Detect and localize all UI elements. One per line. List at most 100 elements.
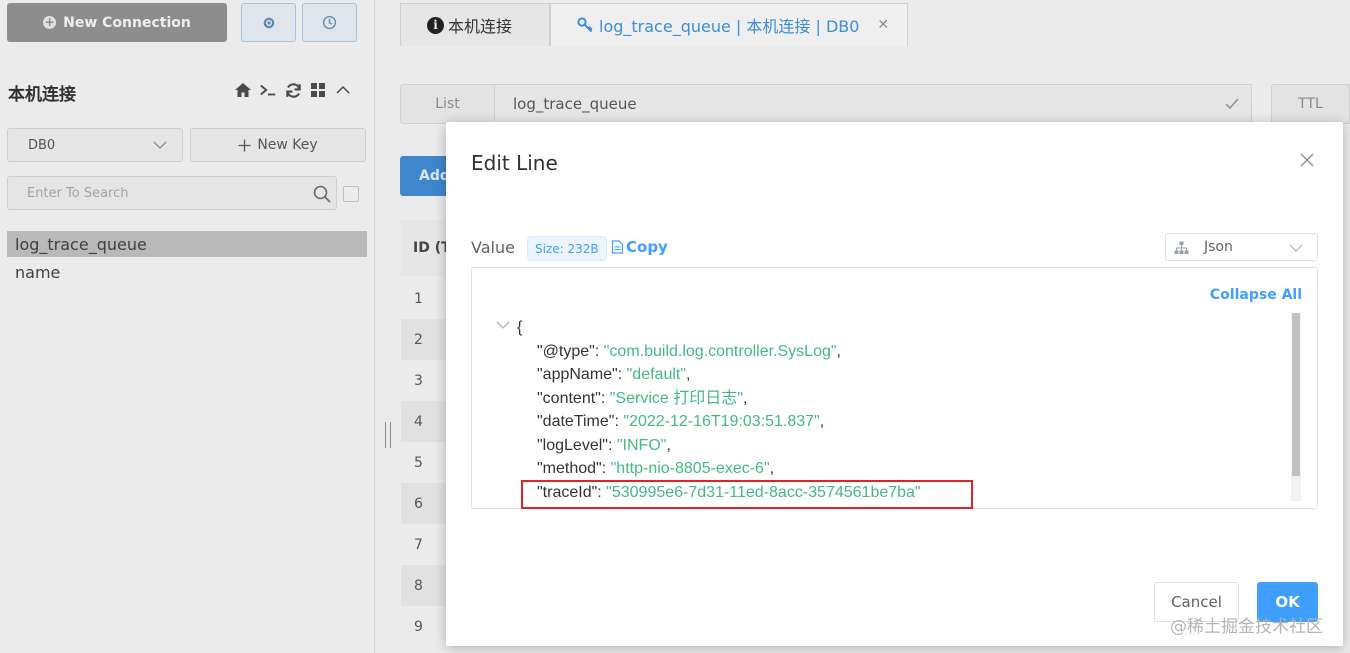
key-search-input[interactable]: Enter To Search [7, 176, 337, 210]
json-value: "default" [626, 366, 687, 383]
json-field-line: "appName": "default", [537, 363, 690, 387]
json-colon: : [617, 366, 627, 383]
json-separator: , [686, 366, 691, 383]
plus-icon [238, 139, 251, 151]
key-name-input[interactable]: log_trace_queue [494, 84, 1252, 124]
close-icon[interactable] [1299, 152, 1315, 168]
refresh-icon[interactable] [284, 80, 302, 100]
history-button[interactable] [302, 3, 357, 42]
copy-button[interactable]: Copy [611, 238, 668, 256]
json-field-line: "logLevel": "INFO", [537, 434, 671, 458]
tab-connection[interactable]: i 本机连接 [400, 3, 550, 46]
ttl-label: TTL [1271, 84, 1350, 124]
key-type-label: List [400, 84, 495, 124]
json-value: "com.build.log.controller.SysLog" [603, 342, 837, 360]
table-row[interactable]: 1 [401, 278, 451, 319]
add-line-button[interactable]: Add New Line [400, 156, 450, 196]
chevron-down-icon [153, 141, 167, 149]
chevron-up-icon[interactable] [334, 80, 352, 100]
chevron-down-icon [1289, 244, 1303, 252]
search-placeholder: Enter To Search [27, 185, 129, 201]
format-value: Json [1204, 239, 1233, 255]
json-key: "dateTime" [537, 413, 615, 430]
json-colon: : [600, 389, 610, 407]
json-separator: , [819, 413, 825, 430]
json-content[interactable]: { "@type": "com.build.log.controller.Sys… [472, 313, 1292, 508]
json-colon: : [607, 436, 617, 454]
json-colon: : [594, 342, 604, 360]
json-value: "Service 打印日志" [609, 389, 743, 407]
table-row[interactable]: 2 [401, 319, 451, 360]
tab-label: 本机连接 [448, 17, 513, 36]
search-icon[interactable] [312, 184, 332, 204]
json-value: "2022-12-16T19:03:51.837" [623, 413, 820, 430]
table-row[interactable]: 6 [401, 483, 451, 524]
edit-line-dialog: Edit Line Value Size: 232B Copy Json Col… [446, 122, 1343, 646]
info-icon: i [427, 16, 444, 34]
json-value: "http-nio-8805-exec-6" [610, 460, 770, 477]
json-colon: : [601, 460, 611, 477]
json-key: "logLevel" [537, 436, 608, 454]
new-connection-label: New Connection [63, 14, 191, 31]
json-separator: , [836, 342, 841, 360]
new-key-button[interactable]: New Key [190, 128, 366, 162]
terminal-icon[interactable] [259, 80, 277, 100]
exact-search-checkbox[interactable] [343, 186, 359, 202]
sidebar: + New Connection 本机连接 DB0 New Key Enter … [0, 0, 375, 653]
scrollbar-thumb[interactable] [1292, 313, 1300, 476]
document-icon [611, 240, 624, 254]
connection-name[interactable]: 本机连接 [8, 80, 76, 105]
new-key-label: New Key [257, 137, 318, 153]
format-select[interactable]: Json [1165, 233, 1318, 261]
tab-key[interactable]: log_trace_queue | 本机连接 | DB0 ✕ [550, 3, 908, 46]
vertical-scrollbar[interactable] [1291, 313, 1301, 501]
json-field-line: "method": "http-nio-8805-exec-6", [537, 457, 774, 481]
value-label: Value [471, 238, 515, 257]
json-separator: , [769, 460, 775, 477]
highlight-annotation [521, 480, 973, 509]
table-row[interactable]: 9 [401, 606, 451, 647]
json-field-line: "dateTime": "2022-12-16T19:03:51.837", [537, 410, 824, 434]
json-value: "INFO" [616, 436, 667, 454]
json-key: "appName" [537, 366, 618, 383]
close-icon[interactable]: ✕ [877, 17, 889, 33]
table-row[interactable]: 7 [401, 524, 451, 565]
json-separator: , [666, 436, 671, 454]
chevron-down-icon[interactable] [496, 320, 510, 330]
plus-circle-icon: + [43, 15, 57, 29]
key-item[interactable]: name [7, 259, 367, 285]
dialog-title: Edit Line [471, 151, 558, 175]
json-key: "@type" [537, 342, 595, 360]
json-field-line: "content": "Service 打印日志", [537, 387, 747, 411]
size-badge: Size: 232B [527, 236, 607, 261]
home-icon[interactable] [234, 80, 252, 100]
gear-icon [263, 17, 274, 28]
table-row[interactable]: 8 [401, 565, 451, 606]
watermark-text: @稀土掘金技术社区 [1170, 617, 1323, 637]
db-select-value: DB0 [28, 137, 56, 153]
tab-label: log_trace_queue | 本机连接 | DB0 [599, 17, 860, 36]
copy-label: Copy [626, 238, 668, 256]
panel-resize-handle[interactable] [385, 422, 391, 448]
key-item[interactable]: log_trace_queue [7, 231, 367, 257]
json-open-brace: { [517, 319, 523, 336]
json-separator: , [742, 389, 748, 407]
collapse-all-button[interactable]: Collapse All [1210, 287, 1302, 303]
table-row[interactable]: 5 [401, 442, 451, 483]
new-connection-button[interactable]: + New Connection [7, 3, 227, 42]
table-row[interactable]: 4 [401, 401, 451, 442]
db-select[interactable]: DB0 [7, 128, 183, 162]
key-icon [577, 17, 593, 33]
settings-button[interactable] [241, 3, 296, 42]
clock-icon [322, 15, 337, 30]
table-row[interactable]: 3 [401, 360, 451, 401]
json-field-line: "@type": "com.build.log.controller.SysLo… [537, 340, 841, 364]
json-viewer[interactable]: Collapse All { "@type": "com.build.log.c… [471, 267, 1318, 509]
check-icon[interactable] [1225, 98, 1239, 110]
connection-toolbar [234, 80, 352, 100]
key-name-value: log_trace_queue [513, 95, 637, 113]
id-column-header[interactable]: ID (T [401, 220, 451, 276]
json-key: "method" [537, 460, 602, 477]
tree-icon [1174, 241, 1189, 254]
grid-icon[interactable] [309, 80, 327, 100]
